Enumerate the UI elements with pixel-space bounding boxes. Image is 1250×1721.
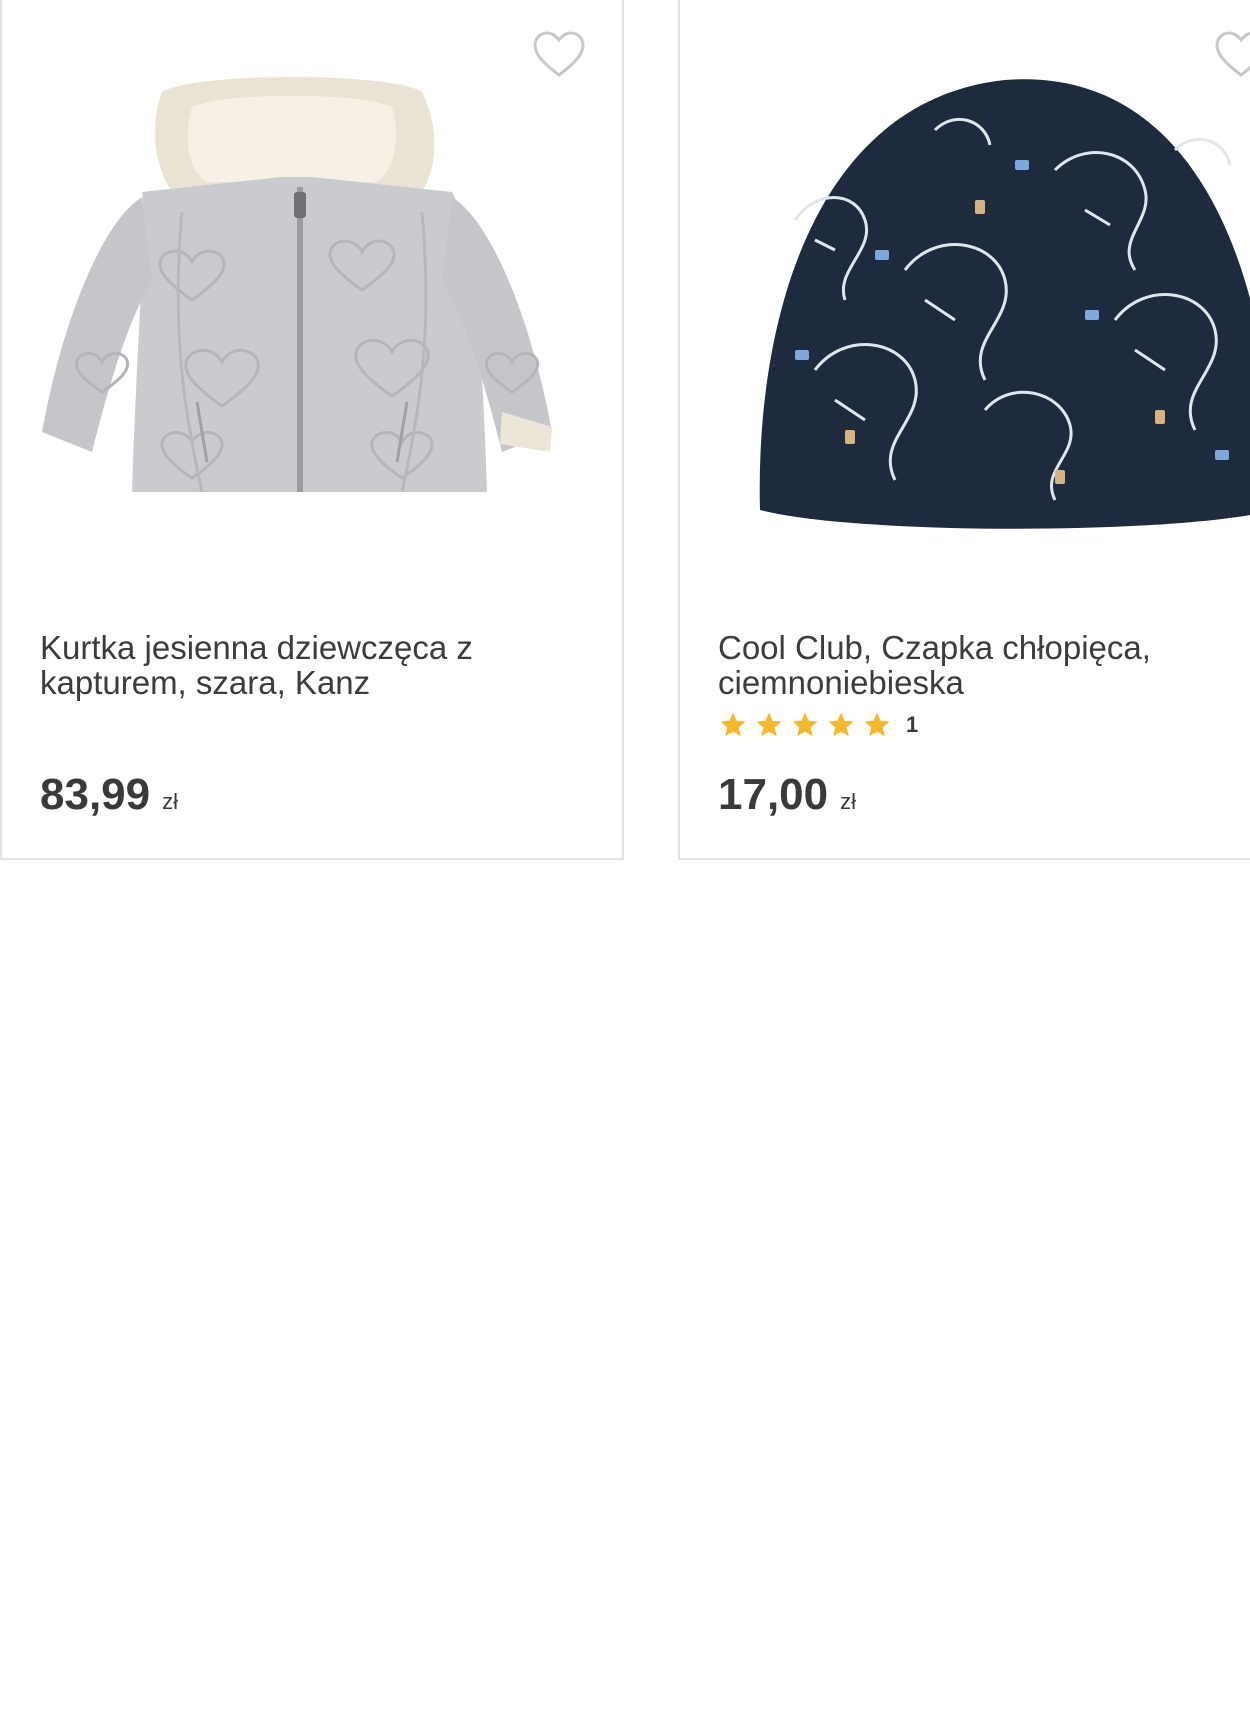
price-currency: zł [840, 789, 856, 814]
product-image-beanie[interactable] [755, 70, 1250, 540]
star-icon [828, 712, 854, 737]
product-image-jacket[interactable] [32, 72, 592, 552]
product-card[interactable]: Kurtka jesienna dziewczęca z kapturem, s… [0, 0, 624, 860]
product-price: 83,99 zł [40, 770, 178, 820]
star-icon [720, 712, 746, 737]
price-amount: 17,00 [718, 770, 829, 819]
price-amount: 83,99 [40, 770, 151, 819]
product-title[interactable]: Kurtka jesienna dziewczęca z kapturem, s… [40, 630, 580, 700]
product-rating[interactable]: 1 [718, 710, 918, 740]
star-icon [792, 712, 818, 737]
rating-count: 1 [906, 712, 919, 737]
star-icon [864, 712, 890, 737]
star-icon [756, 712, 782, 737]
product-card[interactable]: Cool Club, Czapka chłopięca, ciemnoniebi… [678, 0, 1250, 860]
product-title[interactable]: Cool Club, Czapka chłopięca, ciemnoniebi… [718, 630, 1250, 700]
product-price: 17,00 zł [718, 770, 856, 820]
price-currency: zł [162, 789, 178, 814]
